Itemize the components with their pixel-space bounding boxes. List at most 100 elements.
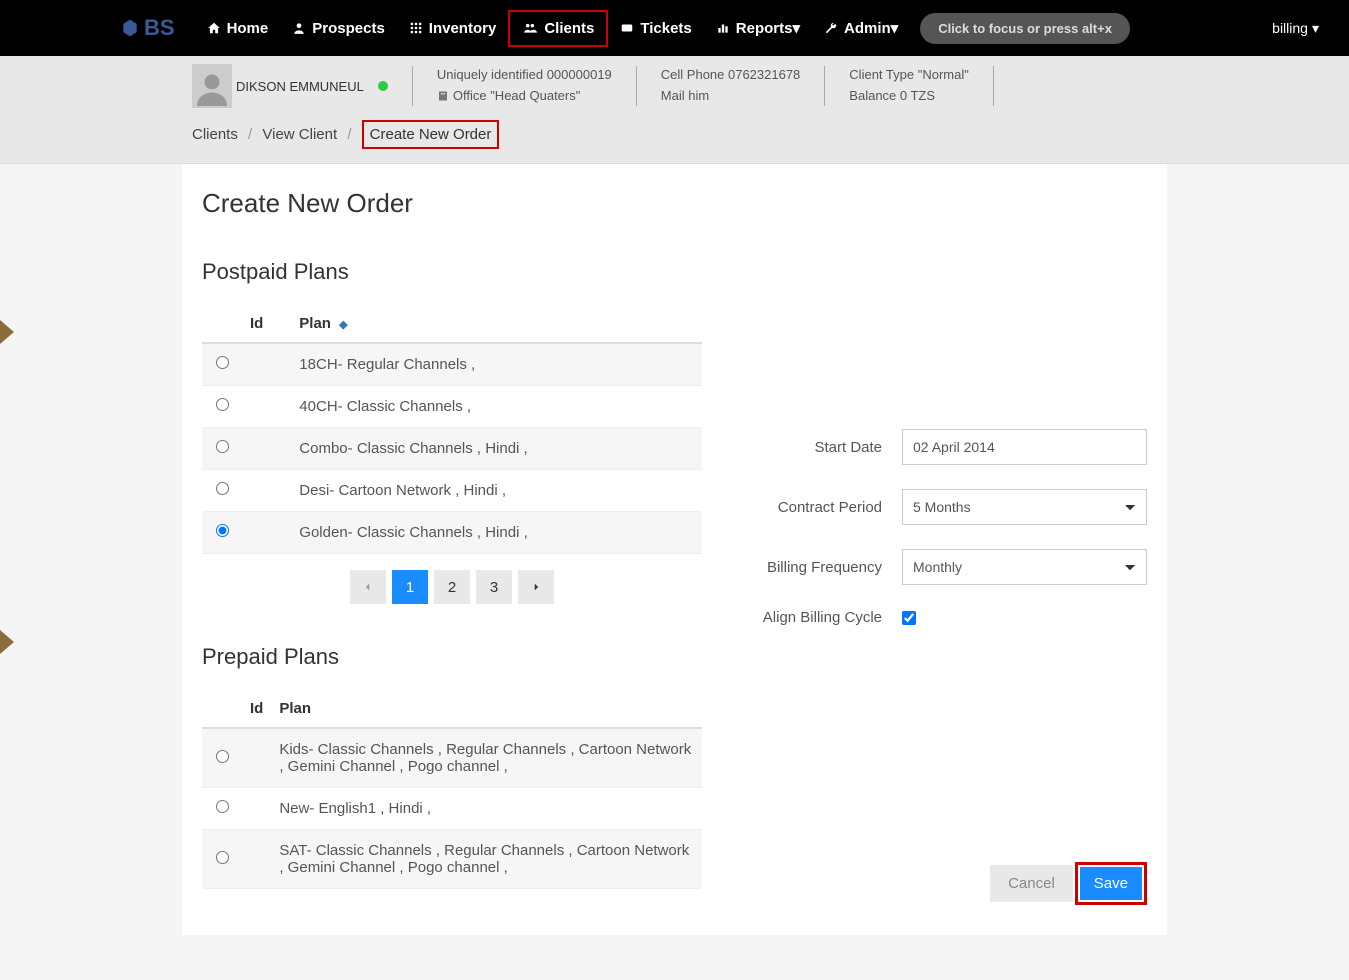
plan-radio[interactable] xyxy=(216,398,229,411)
table-row[interactable]: Desi- Cartoon Network , Hindi , xyxy=(202,470,702,512)
nav-reports[interactable]: Reports ▾ xyxy=(704,11,812,45)
page-next[interactable] xyxy=(518,570,554,604)
mail-link[interactable]: Mail him xyxy=(661,88,709,103)
nav-search[interactable]: Click to focus or press alt+x xyxy=(920,13,1130,44)
nav-inventory[interactable]: Inventory xyxy=(397,12,509,45)
th-id[interactable]: Id xyxy=(242,305,291,343)
align-checkbox[interactable] xyxy=(902,611,916,625)
plan-cell: Desi- Cartoon Network , Hindi , xyxy=(291,470,702,512)
page-3[interactable]: 3 xyxy=(476,570,512,604)
crumb-clients[interactable]: Clients xyxy=(192,126,238,143)
plan-cell: Golden- Classic Channels , Hindi , xyxy=(291,512,702,554)
plan-cell: Combo- Classic Channels , Hindi , xyxy=(291,428,702,470)
separator: / xyxy=(347,126,351,143)
crumb-current: Create New Order xyxy=(362,120,500,149)
chart-icon xyxy=(716,21,730,35)
avatar xyxy=(192,64,232,108)
table-row[interactable]: Combo- Classic Channels , Hindi , xyxy=(202,428,702,470)
plan-cell: SAT- Classic Channels , Regular Channels… xyxy=(271,830,702,889)
divider xyxy=(824,66,825,106)
row-align: Align Billing Cycle xyxy=(732,609,1147,626)
plan-cell: 18CH- Regular Channels , xyxy=(291,343,702,386)
caret-icon: ▾ xyxy=(792,19,800,37)
th-plan[interactable]: Plan xyxy=(271,690,702,728)
nav-home[interactable]: Home xyxy=(195,12,281,45)
save-highlight: Save xyxy=(1075,862,1147,905)
th-id[interactable]: Id xyxy=(242,690,271,728)
postpaid-title: Postpaid Plans xyxy=(202,259,702,285)
cell-id xyxy=(242,386,291,428)
caret-icon: ▾ xyxy=(1312,20,1319,37)
page-prev[interactable] xyxy=(350,570,386,604)
th-plan[interactable]: Plan ◆ xyxy=(291,305,702,343)
client-info-col-1: Uniquely identified 000000019 Office "He… xyxy=(437,65,612,107)
client-balance: Balance 0 TZS xyxy=(849,86,969,107)
contract-select[interactable]: 5 Months xyxy=(902,489,1147,525)
plan-radio[interactable] xyxy=(216,524,229,537)
prepaid-table: Id Plan Kids- Classic Channels , Regular… xyxy=(202,690,702,889)
billing-freq-select[interactable]: Monthly xyxy=(902,549,1147,585)
start-date-input[interactable] xyxy=(902,429,1147,465)
nav-admin[interactable]: Admin ▾ xyxy=(812,11,910,45)
plan-radio[interactable] xyxy=(216,440,229,453)
table-row[interactable]: Golden- Classic Channels , Hindi , xyxy=(202,512,702,554)
nav-prospects-label: Prospects xyxy=(312,20,385,37)
chevron-left-icon xyxy=(363,581,373,593)
table-row[interactable]: 18CH- Regular Channels , xyxy=(202,343,702,386)
divider xyxy=(993,66,994,106)
pagination: 123 xyxy=(202,570,702,604)
label-contract: Contract Period xyxy=(732,499,882,516)
side-arrow-decoration xyxy=(0,320,14,344)
ticket-icon xyxy=(620,21,634,35)
nav-user-label: billing xyxy=(1272,20,1308,36)
nav-clients[interactable]: Clients xyxy=(508,10,608,47)
cancel-button[interactable]: Cancel xyxy=(990,865,1073,902)
row-billing-freq: Billing Frequency Monthly xyxy=(732,549,1147,585)
table-row[interactable]: Kids- Classic Channels , Regular Channel… xyxy=(202,728,702,788)
nav-user-menu[interactable]: billing ▾ xyxy=(1242,20,1349,37)
table-row[interactable]: SAT- Classic Channels , Regular Channels… xyxy=(202,830,702,889)
sort-icon: ◆ xyxy=(339,319,347,331)
plan-radio[interactable] xyxy=(216,750,229,763)
plan-radio[interactable] xyxy=(216,800,229,813)
nav-home-label: Home xyxy=(227,20,269,37)
crumb-view-client[interactable]: View Client xyxy=(262,126,337,143)
label-align: Align Billing Cycle xyxy=(732,609,882,626)
nav-inventory-label: Inventory xyxy=(429,20,497,37)
row-start-date: Start Date xyxy=(732,429,1147,465)
navbar: BS Home Prospects Inventory Clients Tick… xyxy=(0,0,1349,56)
plan-radio[interactable] xyxy=(216,356,229,369)
label-billing-freq: Billing Frequency xyxy=(732,559,882,576)
page-1[interactable]: 1 xyxy=(392,570,428,604)
home-icon xyxy=(207,21,221,35)
nav-admin-label: Admin xyxy=(844,20,891,37)
chevron-right-icon xyxy=(531,581,541,593)
wrench-icon xyxy=(824,21,838,35)
separator: / xyxy=(248,126,252,143)
status-active-dot xyxy=(378,81,388,91)
client-unique-id: Uniquely identified 000000019 xyxy=(437,65,612,86)
plan-radio[interactable] xyxy=(216,851,229,864)
cell-id xyxy=(242,470,291,512)
brand-text: BS xyxy=(144,15,175,41)
cell-id xyxy=(242,788,271,830)
client-header-band: DIKSON EMMUNEUL Uniquely identified 0000… xyxy=(0,56,1349,164)
table-row[interactable]: 40CH- Classic Channels , xyxy=(202,386,702,428)
nav-tickets[interactable]: Tickets xyxy=(608,12,703,45)
cell-id xyxy=(242,512,291,554)
cell-id xyxy=(242,343,291,386)
client-info-col-2: Cell Phone 0762321678 Mail him xyxy=(661,65,801,107)
plan-cell: 40CH- Classic Channels , xyxy=(291,386,702,428)
plans-column: Postpaid Plans Id Plan ◆ 18CH- Regular C… xyxy=(202,259,702,905)
plan-radio[interactable] xyxy=(216,482,229,495)
nav-prospects[interactable]: Prospects xyxy=(280,12,397,45)
save-button[interactable]: Save xyxy=(1080,867,1142,900)
divider xyxy=(636,66,637,106)
users-icon xyxy=(522,21,538,35)
plan-cell: New- English1 , Hindi , xyxy=(271,788,702,830)
page-2[interactable]: 2 xyxy=(434,570,470,604)
postpaid-table: Id Plan ◆ 18CH- Regular Channels ,40CH- … xyxy=(202,305,702,554)
brand-logo[interactable]: BS xyxy=(120,15,175,41)
building-icon xyxy=(437,90,449,102)
table-row[interactable]: New- English1 , Hindi , xyxy=(202,788,702,830)
